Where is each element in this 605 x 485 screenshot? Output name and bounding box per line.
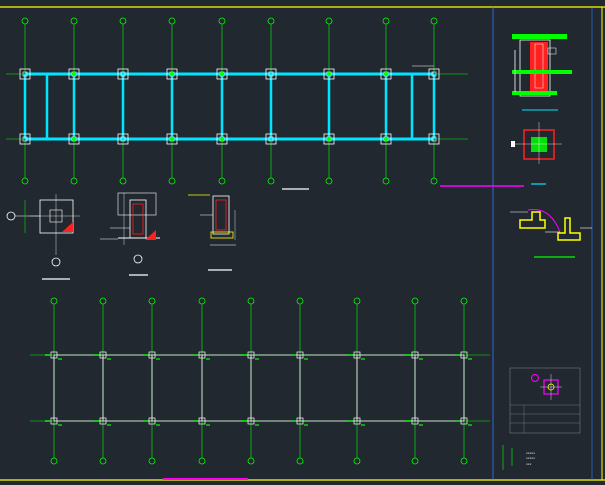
title-block: xxxxx xxxxx xxx <box>502 445 535 470</box>
axis-bubble-top <box>460 297 468 305</box>
axis-bubble-bottom <box>50 457 58 465</box>
axis-bubble-top <box>218 17 226 25</box>
axis-bubble-bottom <box>325 177 333 185</box>
axis-bubble-top <box>119 17 127 25</box>
node-marker <box>326 71 332 77</box>
axis-bubble-bottom <box>411 457 419 465</box>
axis-bubble-bottom <box>296 457 304 465</box>
axis-bubble-bottom <box>218 177 226 185</box>
detail-pile-section-b[interactable] <box>188 194 236 271</box>
foundation-plan-upper[interactable] <box>6 17 468 190</box>
node-marker <box>219 71 225 77</box>
axis-bubble-top <box>411 297 419 305</box>
axis-bubble-bottom <box>21 177 29 185</box>
axis-bubble-bottom <box>70 177 78 185</box>
axis-bubble-top <box>198 297 206 305</box>
title-block-line-2: xxxxx <box>526 456 535 460</box>
axis-bubble-bottom <box>99 457 107 465</box>
node-marker <box>326 136 332 142</box>
detail-retaining-wall-section[interactable] <box>510 208 592 258</box>
node-marker <box>383 136 389 142</box>
axis-bubble-top <box>21 17 29 25</box>
axis-bubble-bottom <box>168 177 176 185</box>
cad-drawing-canvas[interactable]: xxxxx xxxxx xxx <box>0 0 605 485</box>
axis-bubble-top <box>267 17 275 25</box>
detail-pile-cap-plan[interactable] <box>6 194 80 280</box>
drawing-frame <box>0 6 605 481</box>
cad-drawing-viewport[interactable]: xxxxx xxxxx xxx <box>0 0 605 485</box>
title-block-line-1: xxxxx <box>526 451 535 455</box>
axis-bubble-top <box>430 17 438 25</box>
node-marker <box>219 136 225 142</box>
axis-bubble-bottom <box>247 457 255 465</box>
foundation-plan-lower[interactable] <box>30 297 490 465</box>
title-block-line-3: xxx <box>526 462 532 466</box>
axis-bubble-bottom <box>460 457 468 465</box>
detail-column-section-red[interactable] <box>512 34 572 111</box>
node-marker <box>383 71 389 77</box>
axis-bubble-bottom <box>267 177 275 185</box>
axis-bubble-top <box>296 297 304 305</box>
axis-bubble-top <box>168 17 176 25</box>
node-marker <box>71 136 77 142</box>
axis-bubble-bottom <box>119 177 127 185</box>
node-marker <box>71 71 77 77</box>
detail-small-pile-legend[interactable] <box>509 367 581 434</box>
node-marker <box>169 71 175 77</box>
axis-bubble-bottom <box>353 457 361 465</box>
axis-bubble-top <box>325 17 333 25</box>
detail-pile-section-a[interactable] <box>100 192 160 276</box>
axis-bubble-bottom <box>430 177 438 185</box>
axis-bubble-top <box>382 17 390 25</box>
axis-bubble-bottom <box>382 177 390 185</box>
axis-bubble-top <box>70 17 78 25</box>
axis-bubble-top <box>148 297 156 305</box>
axis-bubble-top <box>50 297 58 305</box>
detail-column-plan-red[interactable] <box>511 122 562 185</box>
node-marker <box>169 136 175 142</box>
axis-bubble-bottom <box>198 457 206 465</box>
axis-bubble-bottom <box>148 457 156 465</box>
axis-bubble-top <box>247 297 255 305</box>
axis-bubble-top <box>353 297 361 305</box>
axis-bubble-top <box>99 297 107 305</box>
